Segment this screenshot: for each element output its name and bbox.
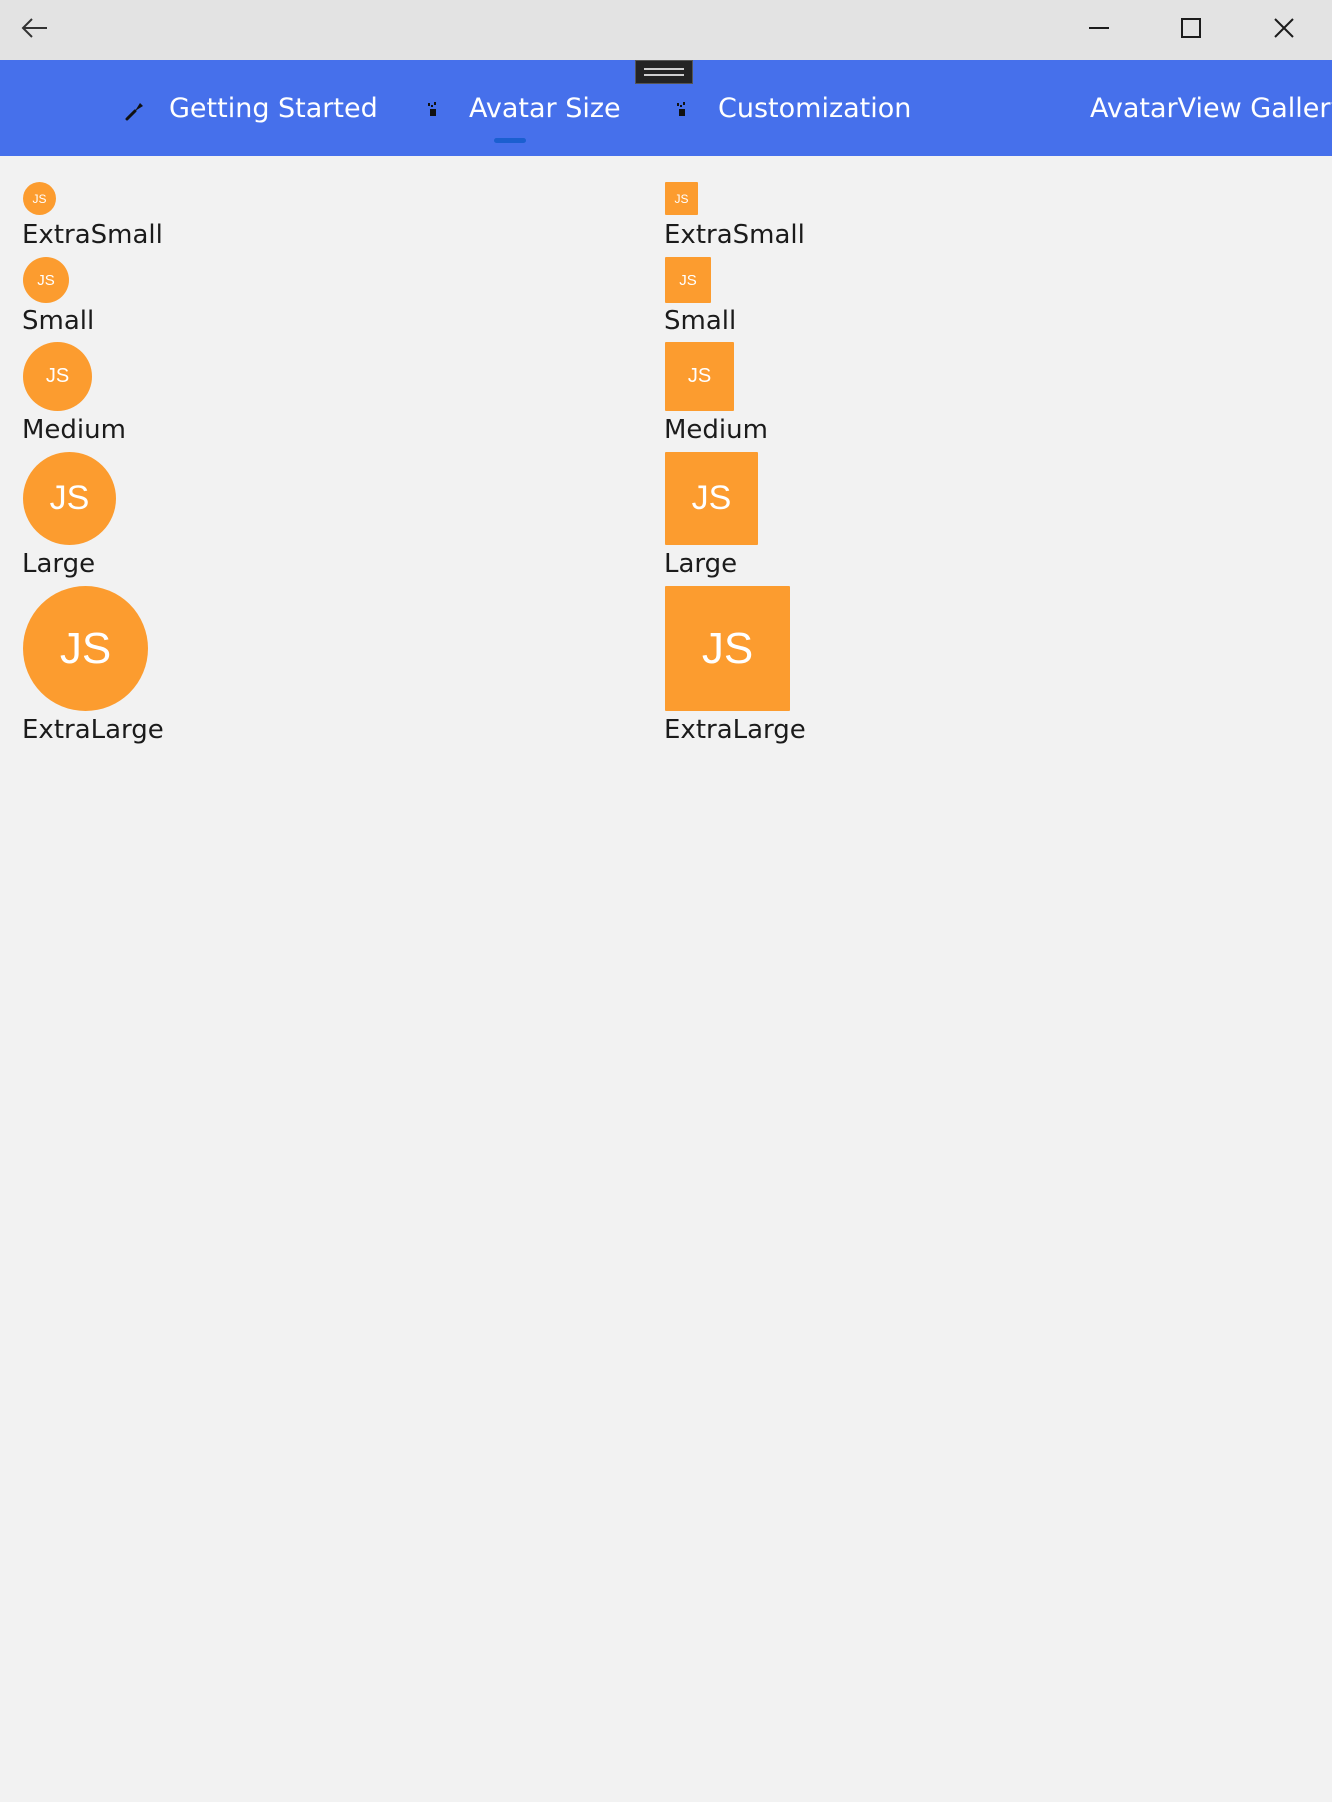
avatar-initials: JS — [679, 271, 697, 289]
avatar-square-medium: JS — [665, 342, 734, 411]
avatar-initials: JS — [45, 365, 70, 387]
maximize-button[interactable] — [1145, 0, 1237, 60]
avatar-size-label: ExtraSmall — [22, 220, 163, 250]
avatar-initials: JS — [674, 191, 689, 206]
avatar-initials: JS — [687, 365, 712, 387]
avatar-initials: JS — [37, 271, 55, 289]
tab-label: Avatar Size — [469, 92, 621, 124]
avatar-round-extralarge: JS — [23, 586, 148, 711]
app-window: Getting Started Avatar Size Customizatio… — [0, 0, 1332, 1802]
tab-getting-started[interactable]: Getting Started — [125, 60, 378, 156]
close-button[interactable] — [1238, 0, 1330, 60]
avatar-size-label: Small — [22, 306, 95, 336]
avatar-size-page: JS ExtraSmall JS Small JS Medium JS Larg… — [0, 156, 1332, 1802]
minimize-button[interactable] — [1053, 0, 1145, 60]
avatar-initials: JS — [691, 479, 732, 517]
back-arrow-icon — [19, 16, 49, 44]
tab-avatarview-gallery[interactable]: AvatarView Gallery — [1090, 60, 1332, 156]
tab-label: Getting Started — [169, 92, 378, 124]
avatar-square-extrasmall: JS — [665, 182, 698, 215]
avatar-size-label: Medium — [22, 415, 126, 445]
avatar-initials: JS — [32, 191, 47, 206]
tab-label: Customization — [718, 92, 912, 124]
avatar-round-large: JS — [23, 452, 116, 545]
avatar-round-medium: JS — [23, 342, 92, 411]
avatar-size-label: ExtraLarge — [664, 715, 806, 745]
selected-tab-indicator — [494, 138, 526, 143]
wrench-icon — [125, 97, 145, 121]
avatar-round-small: JS — [23, 257, 69, 303]
minimize-icon — [1088, 17, 1110, 43]
avatar-size-label: Medium — [664, 415, 768, 445]
avatar-initials: JS — [701, 623, 754, 673]
avatar-size-label: ExtraLarge — [22, 715, 164, 745]
tab-label: AvatarView Gallery — [1090, 92, 1332, 124]
sparkle-icon — [674, 97, 694, 119]
avatar-round-extrasmall: JS — [23, 182, 56, 215]
back-button[interactable] — [0, 0, 68, 60]
avatar-square-extralarge: JS — [665, 586, 790, 711]
tab-customization[interactable]: Customization — [674, 60, 911, 156]
close-icon — [1273, 17, 1295, 43]
maximize-icon — [1180, 17, 1202, 43]
avatar-square-small: JS — [665, 257, 711, 303]
avatar-size-label: ExtraSmall — [664, 220, 805, 250]
sparkle-icon — [425, 97, 445, 119]
drag-handle[interactable] — [635, 60, 693, 84]
avatar-size-label: Large — [664, 549, 738, 579]
avatar-size-label: Large — [22, 549, 96, 579]
avatar-square-large: JS — [665, 452, 758, 545]
avatar-initials: JS — [59, 623, 112, 673]
avatar-initials: JS — [49, 479, 90, 517]
title-bar — [0, 0, 1332, 60]
avatar-size-label: Small — [664, 306, 737, 336]
